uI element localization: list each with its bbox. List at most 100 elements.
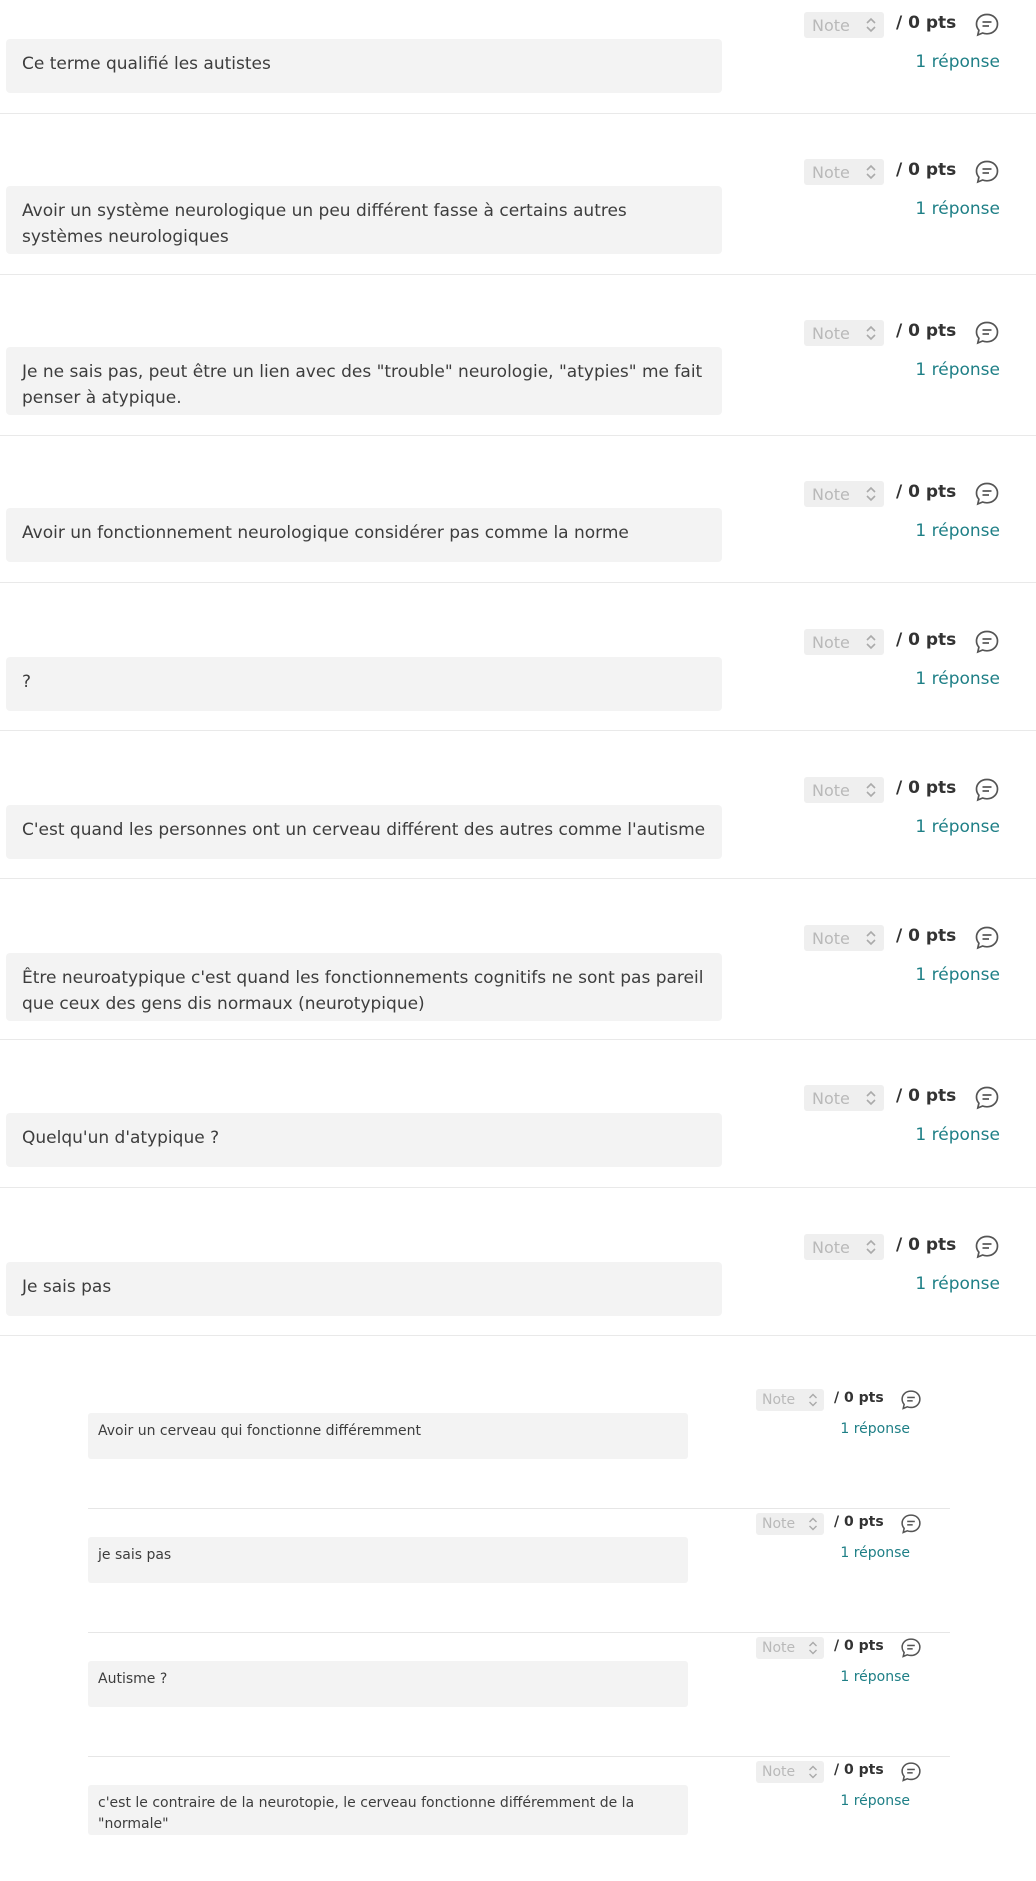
replies-link[interactable]: 1 réponse [880,360,1000,380]
answer-row: Autisme ? Note / 0 pts 1 réponse [88,1633,950,1757]
grade-input[interactable]: Note [756,1637,824,1659]
grade-placeholder: Note [812,323,850,343]
replies-link[interactable]: 1 réponse [880,52,1000,72]
comment-icon[interactable] [974,481,1000,507]
grade-input[interactable]: Note [756,1513,824,1535]
points-label: / 0 pts [896,1235,957,1255]
spinner-arrows-icon[interactable] [864,1238,878,1256]
grade-placeholder: Note [762,1516,796,1532]
grade-placeholder: Note [812,1237,850,1257]
replies-link[interactable]: 1 réponse [880,817,1000,837]
comment-icon[interactable] [900,1513,922,1535]
replies-link[interactable]: 1 réponse [818,1545,910,1561]
points-label: / 0 pts [834,1514,884,1530]
comment-icon[interactable] [974,777,1000,803]
grade-placeholder: Note [812,1088,850,1108]
grade-input[interactable]: Note [804,629,884,655]
points-label: / 0 pts [834,1638,884,1654]
points-label: / 0 pts [896,926,957,946]
answer-text: Je ne sais pas, peut être un lien avec d… [6,347,722,415]
spinner-arrows-icon[interactable] [864,163,878,181]
grade-input[interactable]: Note [804,159,884,185]
answer-text: je sais pas [88,1537,688,1583]
spinner-arrows-icon[interactable] [864,633,878,651]
replies-link[interactable]: 1 réponse [880,521,1000,541]
comment-icon[interactable] [900,1389,922,1411]
answer-text: Avoir un système neurologique un peu dif… [6,186,722,254]
points-label: / 0 pts [896,13,957,33]
answer-row: Quelqu'un d'atypique ? Note / 0 pts 1 ré… [0,1040,1036,1188]
grade-input[interactable]: Note [756,1389,824,1411]
answer-text: Être neuroatypique c'est quand les fonct… [6,953,722,1021]
spinner-arrows-icon[interactable] [864,781,878,799]
spinner-arrows-icon[interactable] [807,1764,819,1780]
responses-page: Ce terme qualifié les autistes Note / 0 … [0,0,1036,1835]
grade-input[interactable]: Note [756,1761,824,1783]
points-label: / 0 pts [896,160,957,180]
grade-input[interactable]: Note [804,925,884,951]
answer-text: C'est quand les personnes ont un cerveau… [6,805,722,859]
answer-text: c'est le contraire de la neurotopie, le … [88,1785,688,1835]
spinner-arrows-icon[interactable] [807,1640,819,1656]
spinner-arrows-icon[interactable] [864,485,878,503]
comment-icon[interactable] [974,159,1000,185]
points-label: / 0 pts [896,1086,957,1106]
comment-icon[interactable] [974,629,1000,655]
answer-row: C'est quand les personnes ont un cerveau… [0,731,1036,879]
grade-placeholder: Note [812,162,850,182]
grade-input[interactable]: Note [804,12,884,38]
answer-row: Être neuroatypique c'est quand les fonct… [0,879,1036,1040]
grade-placeholder: Note [812,484,850,504]
spinner-arrows-icon[interactable] [864,1089,878,1107]
points-label: / 0 pts [896,630,957,650]
answer-list: Ce terme qualifié les autistes Note / 0 … [0,0,1036,1336]
answer-text: Avoir un cerveau qui fonctionne différem… [88,1413,688,1459]
answer-row: ? Note / 0 pts 1 réponse [0,583,1036,731]
replies-link[interactable]: 1 réponse [818,1669,910,1685]
grade-placeholder: Note [812,632,850,652]
grade-placeholder: Note [812,15,850,35]
answer-row: Avoir un fonctionnement neurologique con… [0,436,1036,583]
replies-link[interactable]: 1 réponse [818,1793,910,1809]
comment-icon[interactable] [900,1637,922,1659]
grade-placeholder: Note [762,1764,796,1780]
answer-text: Avoir un fonctionnement neurologique con… [6,508,722,562]
points-label: / 0 pts [896,778,957,798]
replies-link[interactable]: 1 réponse [818,1421,910,1437]
points-label: / 0 pts [896,321,957,341]
spinner-arrows-icon[interactable] [864,929,878,947]
answer-text: Je sais pas [6,1262,722,1316]
grade-placeholder: Note [762,1392,796,1408]
answer-row: je sais pas Note / 0 pts 1 réponse [88,1509,950,1633]
answer-row: c'est le contraire de la neurotopie, le … [88,1757,950,1881]
points-label: / 0 pts [896,482,957,502]
comment-icon[interactable] [974,925,1000,951]
replies-link[interactable]: 1 réponse [880,199,1000,219]
comment-icon[interactable] [974,320,1000,346]
grade-input[interactable]: Note [804,1085,884,1111]
comment-icon[interactable] [974,12,1000,38]
replies-link[interactable]: 1 réponse [880,1125,1000,1145]
grade-input[interactable]: Note [804,1234,884,1260]
answer-row: Avoir un cerveau qui fonctionne différem… [88,1385,950,1509]
comment-icon[interactable] [900,1761,922,1783]
grade-input[interactable]: Note [804,320,884,346]
comment-icon[interactable] [974,1085,1000,1111]
grade-input[interactable]: Note [804,777,884,803]
spinner-arrows-icon[interactable] [807,1516,819,1532]
spinner-arrows-icon[interactable] [864,324,878,342]
answer-text: Ce terme qualifié les autistes [6,39,722,93]
answer-text: ? [6,657,722,711]
grade-placeholder: Note [812,780,850,800]
answer-row: Je ne sais pas, peut être un lien avec d… [0,275,1036,436]
spinner-arrows-icon[interactable] [864,16,878,34]
comment-icon[interactable] [974,1234,1000,1260]
replies-link[interactable]: 1 réponse [880,669,1000,689]
replies-link[interactable]: 1 réponse [880,1274,1000,1294]
grade-input[interactable]: Note [804,481,884,507]
answer-row: Avoir un système neurologique un peu dif… [0,114,1036,275]
points-label: / 0 pts [834,1762,884,1778]
answer-text: Autisme ? [88,1661,688,1707]
replies-link[interactable]: 1 réponse [880,965,1000,985]
spinner-arrows-icon[interactable] [807,1392,819,1408]
